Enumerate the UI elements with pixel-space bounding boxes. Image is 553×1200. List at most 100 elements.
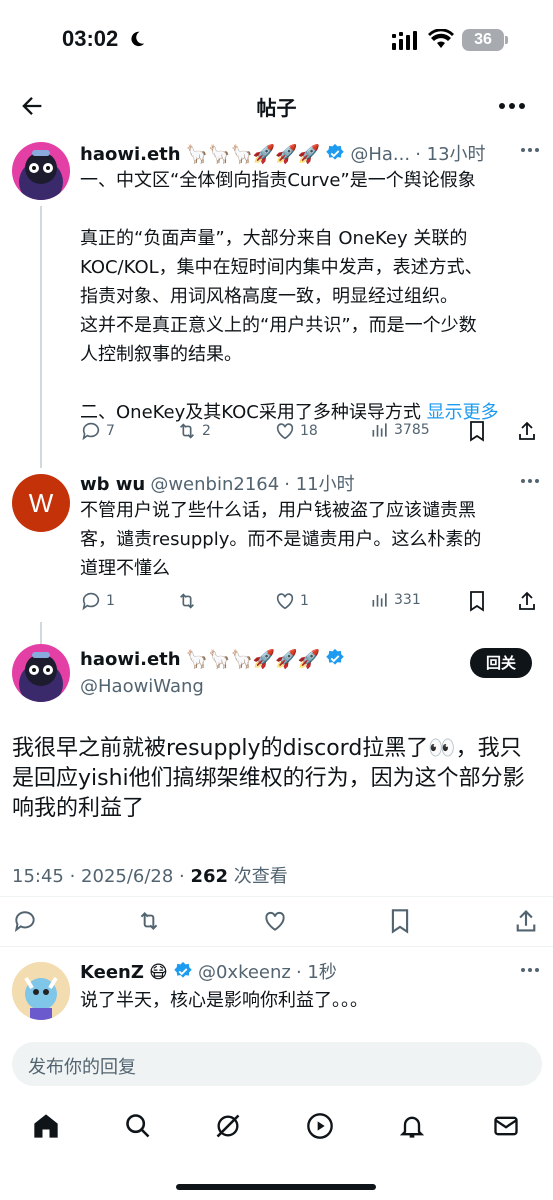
display-name[interactable]: wb wu bbox=[80, 474, 145, 495]
reply-icon[interactable] bbox=[12, 908, 38, 934]
messages-mail-icon[interactable] bbox=[492, 1112, 520, 1140]
verified-badge-icon bbox=[326, 648, 345, 665]
bookmark-icon[interactable] bbox=[467, 420, 487, 442]
tweet-line: 不管用户说了些什么话，用户钱被盗了应该谴责黑 bbox=[80, 500, 476, 521]
main-tweet-text: 我很早之前就被resupply的discord拉黑了👀，我只是回应yishi他们… bbox=[12, 736, 525, 821]
tweet-header: KeenZ 😷 @0xkeenz · 1秒 bbox=[80, 958, 337, 984]
search-icon[interactable] bbox=[124, 1112, 152, 1140]
views-button[interactable]: 3785 bbox=[370, 420, 430, 440]
wifi-icon bbox=[428, 29, 454, 48]
more-options-icon[interactable] bbox=[498, 94, 526, 118]
like-count: 18 bbox=[300, 423, 318, 439]
grok-icon[interactable] bbox=[214, 1112, 242, 1140]
avatar[interactable] bbox=[12, 962, 70, 1020]
user-handle[interactable]: @0xkeenz bbox=[198, 962, 291, 983]
page-title: 帖子 bbox=[256, 96, 297, 120]
name-emojis: 🦙🦙🦙🚀🚀🚀 bbox=[185, 144, 321, 165]
views-chart-icon bbox=[372, 423, 387, 437]
retweet-count: 2 bbox=[202, 423, 211, 439]
home-indicator[interactable] bbox=[176, 1184, 376, 1190]
bookmark-icon[interactable] bbox=[467, 590, 487, 612]
tweet-line bbox=[80, 369, 499, 398]
tweet-more-icon[interactable] bbox=[520, 966, 540, 974]
divider bbox=[0, 946, 553, 947]
display-name[interactable]: KeenZ bbox=[80, 962, 144, 983]
display-name[interactable]: haowi.eth bbox=[80, 649, 181, 670]
like-button[interactable]: 18 bbox=[274, 420, 318, 442]
main-tweet-actions bbox=[0, 906, 553, 936]
cellular-signal-icon bbox=[392, 31, 417, 50]
thread-connector bbox=[40, 206, 42, 468]
main-tweet-name-row: haowi.eth 🦙🦙🦙🚀🚀🚀 bbox=[80, 648, 345, 670]
avatar[interactable] bbox=[12, 644, 70, 702]
tweet-line: 道理不懂么 bbox=[80, 558, 170, 579]
video-icon[interactable] bbox=[306, 1112, 334, 1140]
heart-icon[interactable] bbox=[262, 908, 288, 934]
home-icon[interactable] bbox=[32, 1112, 60, 1140]
tweet-actions: 7 2 18 3785 bbox=[80, 420, 540, 444]
tweet-line: 指责对象、用词风格高度一致，明显经过组织。 bbox=[80, 286, 458, 307]
tweet-more-icon[interactable] bbox=[520, 477, 540, 485]
top-nav: 帖子 bbox=[0, 80, 553, 132]
follow-back-button[interactable]: 回关 bbox=[470, 648, 532, 678]
heart-icon bbox=[276, 423, 294, 440]
user-handle[interactable]: @HaowiWang bbox=[80, 676, 204, 697]
bookmark-icon[interactable] bbox=[388, 908, 412, 934]
reply-count: 7 bbox=[106, 423, 115, 439]
battery-cap bbox=[505, 36, 508, 44]
verified-badge-icon bbox=[174, 961, 192, 978]
view-count: 3785 bbox=[394, 422, 430, 438]
reply-icon bbox=[82, 592, 100, 611]
avatar-image bbox=[12, 142, 70, 200]
tweet-line: 人控制叙事的结果。 bbox=[80, 344, 242, 365]
name-emojis: 🦙🦙🦙🚀🚀🚀 bbox=[185, 649, 321, 670]
avatar[interactable] bbox=[12, 142, 70, 200]
reply-text: 说了半天，核心是影响你利益了。。。 bbox=[80, 990, 368, 1011]
user-handle[interactable]: @wenbin2164 bbox=[150, 474, 279, 495]
like-button[interactable]: 1 bbox=[274, 590, 309, 612]
tweet-header: wb wu @wenbin2164 · 11小时 bbox=[80, 470, 355, 496]
name-emoji: 😷 bbox=[149, 962, 168, 983]
tweet-date: 15:45 · 2025/6/28 · bbox=[12, 866, 191, 887]
divider bbox=[0, 896, 553, 897]
post-time: · 1秒 bbox=[295, 962, 337, 983]
user-handle[interactable]: @Ha... bbox=[350, 144, 410, 165]
reply-button[interactable]: 7 bbox=[80, 420, 115, 442]
reply-input[interactable]: 发布你的回复 bbox=[12, 1042, 542, 1086]
reply-count: 1 bbox=[106, 593, 115, 609]
tweet-meta: 15:45 · 2025/6/28 · 262 次查看 bbox=[12, 862, 288, 888]
retweet-button[interactable] bbox=[176, 590, 198, 612]
share-icon[interactable] bbox=[514, 908, 538, 934]
post-time: · 13小时 bbox=[415, 144, 486, 165]
reply-placeholder: 发布你的回复 bbox=[28, 1057, 136, 1078]
views-button[interactable]: 331 bbox=[370, 590, 421, 610]
status-time: 03:02 bbox=[62, 26, 119, 51]
retweet-button[interactable]: 2 bbox=[176, 420, 211, 442]
bottom-tab-bar bbox=[0, 1104, 553, 1154]
moon-icon bbox=[131, 31, 145, 47]
avatar[interactable]: W bbox=[12, 474, 70, 532]
tweet-header: haowi.eth 🦙🦙🦙🚀🚀🚀 @Ha... · 13小时 bbox=[80, 140, 486, 166]
retweet-icon bbox=[179, 423, 195, 439]
verified-badge-icon bbox=[326, 143, 345, 160]
views-chart-icon bbox=[372, 593, 387, 607]
reply-button[interactable]: 1 bbox=[80, 590, 115, 612]
tweet-actions: 1 1 331 bbox=[80, 590, 540, 614]
share-icon[interactable] bbox=[517, 420, 537, 442]
display-name[interactable]: haowi.eth bbox=[80, 144, 181, 165]
tweet-line: 客，谴责resupply。而不是谴责用户。这么朴素的 bbox=[80, 529, 482, 550]
retweet-icon[interactable] bbox=[136, 908, 162, 934]
tweet-more-icon[interactable] bbox=[520, 146, 540, 154]
avatar-image bbox=[12, 644, 70, 702]
share-icon[interactable] bbox=[517, 590, 537, 612]
avatar-image bbox=[12, 962, 70, 1020]
view-count: 331 bbox=[394, 592, 421, 608]
post-time: · 11小时 bbox=[284, 474, 355, 495]
tweet-line: KOC/KOL，集中在短时间内集中发声，表述方式、 bbox=[80, 257, 483, 278]
tweet-line bbox=[80, 195, 499, 224]
notifications-bell-icon[interactable] bbox=[398, 1112, 426, 1140]
heart-icon bbox=[276, 593, 294, 610]
battery-indicator: 36 bbox=[462, 29, 504, 51]
retweet-icon bbox=[179, 593, 195, 609]
thread-connector bbox=[40, 622, 42, 644]
